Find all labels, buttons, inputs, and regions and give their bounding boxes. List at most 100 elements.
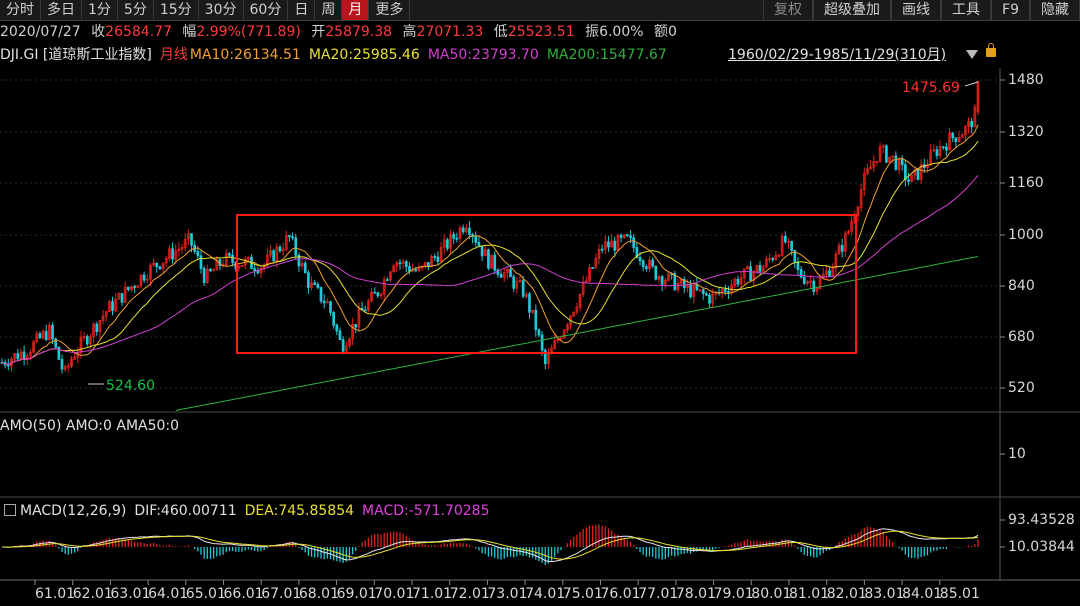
candle-body bbox=[629, 235, 632, 239]
candle-body bbox=[16, 353, 20, 360]
time-tick: 77.01 bbox=[638, 586, 679, 602]
candle-body bbox=[736, 278, 740, 285]
time-tick: 85.01 bbox=[939, 586, 980, 602]
candle-body bbox=[758, 265, 762, 272]
candle-body bbox=[907, 179, 910, 182]
candle-body bbox=[433, 256, 437, 258]
candle-body bbox=[196, 250, 200, 257]
candle-body bbox=[60, 358, 64, 370]
candle-body bbox=[291, 236, 294, 239]
macd-legend: MACD(12,26,9) DIF:460.00711 DEA:745.85854 M… bbox=[0, 502, 489, 520]
candle-body bbox=[158, 266, 162, 270]
candle-body bbox=[607, 241, 610, 248]
time-tick: 80.01 bbox=[751, 586, 792, 602]
candle-body bbox=[632, 237, 636, 248]
candle-body bbox=[414, 269, 418, 272]
max-price-label: 1475.69 bbox=[902, 80, 960, 96]
price-tick-1000: 1000 bbox=[1008, 227, 1044, 243]
candle-body bbox=[970, 120, 974, 128]
candle-body bbox=[142, 274, 146, 281]
time-tick: 71.01 bbox=[412, 586, 453, 602]
price-tick-1320: 1320 bbox=[1008, 124, 1044, 140]
candle-body bbox=[272, 250, 275, 262]
time-tick: 81.01 bbox=[789, 586, 830, 602]
amo-legend: AMO(50) AMO:0 AMA50:0 bbox=[0, 418, 180, 434]
time-tick: 84.01 bbox=[902, 586, 943, 602]
candle-body bbox=[900, 158, 904, 166]
time-tick: 68.01 bbox=[298, 586, 339, 602]
candle-body bbox=[660, 276, 664, 285]
macd-axis-tick-2: 10.03844 bbox=[1008, 539, 1075, 555]
time-tick: 79.01 bbox=[713, 586, 754, 602]
candle-body bbox=[771, 258, 775, 261]
time-tick: 75.01 bbox=[562, 586, 603, 602]
candle-body bbox=[651, 259, 655, 267]
candle-body bbox=[802, 276, 806, 284]
time-tick: 61.01 bbox=[35, 586, 76, 602]
time-tick: 72.01 bbox=[449, 586, 490, 602]
price-tick-680: 680 bbox=[1008, 329, 1035, 345]
candle-body bbox=[398, 262, 402, 265]
candle-body bbox=[619, 234, 623, 239]
candle-body bbox=[528, 293, 531, 313]
macd-dea-line bbox=[2, 530, 979, 560]
stock-chart-app: { "toolbar": { "items": [ {"label":"分时",… bbox=[0, 0, 1080, 606]
amo-axis-tick: 10 bbox=[1008, 446, 1026, 462]
time-tick: 66.01 bbox=[223, 586, 264, 602]
candle-body bbox=[386, 279, 389, 282]
candle-body bbox=[376, 292, 380, 297]
candle-body bbox=[288, 235, 291, 238]
candle-body bbox=[790, 241, 793, 251]
ma200-line bbox=[175, 256, 979, 411]
candle-body bbox=[828, 270, 831, 277]
candle-body bbox=[641, 260, 645, 268]
macd-dea: DEA:745.85854 bbox=[244, 503, 355, 519]
candle-body bbox=[537, 329, 541, 336]
candle-body bbox=[202, 268, 206, 284]
candle-body bbox=[705, 293, 708, 296]
candle-body bbox=[521, 280, 525, 297]
candle-body bbox=[373, 291, 377, 294]
candle-body bbox=[38, 333, 42, 339]
candle-body bbox=[231, 254, 234, 263]
macd-collapse-icon[interactable] bbox=[4, 504, 16, 516]
candle-body bbox=[313, 282, 317, 285]
time-tick: 63.01 bbox=[110, 586, 151, 602]
candle-body bbox=[111, 301, 114, 311]
time-tick: 73.01 bbox=[487, 586, 528, 602]
candle-body bbox=[303, 262, 307, 274]
candle-body bbox=[689, 284, 692, 298]
macd-axis-tick-1: 93.43528 bbox=[1008, 512, 1075, 528]
candle-body bbox=[916, 169, 920, 180]
candle-body bbox=[278, 246, 282, 252]
candle-body bbox=[941, 146, 945, 149]
candle-body bbox=[171, 248, 174, 260]
candle-body bbox=[480, 245, 484, 257]
consolidation-box bbox=[236, 214, 857, 354]
candle-body bbox=[199, 255, 203, 270]
candle-body bbox=[329, 301, 332, 313]
candle-body bbox=[354, 323, 358, 328]
candle-body bbox=[404, 261, 408, 267]
candle-body bbox=[332, 312, 335, 326]
candle-body bbox=[613, 240, 617, 251]
time-tick: 70.01 bbox=[374, 586, 415, 602]
time-tick: 74.01 bbox=[525, 586, 566, 602]
candle-body bbox=[534, 309, 538, 331]
time-tick: 82.01 bbox=[826, 586, 867, 602]
candle-body bbox=[708, 294, 711, 304]
time-tick: 64.01 bbox=[148, 586, 189, 602]
candle-body bbox=[446, 239, 449, 249]
candle-body bbox=[319, 287, 323, 302]
min-price-label: 524.60 bbox=[106, 378, 155, 394]
candle-body bbox=[190, 233, 193, 246]
candle-body bbox=[638, 257, 642, 262]
time-tick: 76.01 bbox=[600, 586, 641, 602]
candle-body bbox=[935, 149, 939, 157]
candle-body bbox=[95, 323, 99, 333]
candle-body bbox=[335, 324, 339, 332]
ma20-line bbox=[1, 140, 979, 366]
candle-body bbox=[540, 334, 544, 351]
candle-body bbox=[22, 351, 26, 360]
macd-dif-line bbox=[1, 528, 979, 563]
